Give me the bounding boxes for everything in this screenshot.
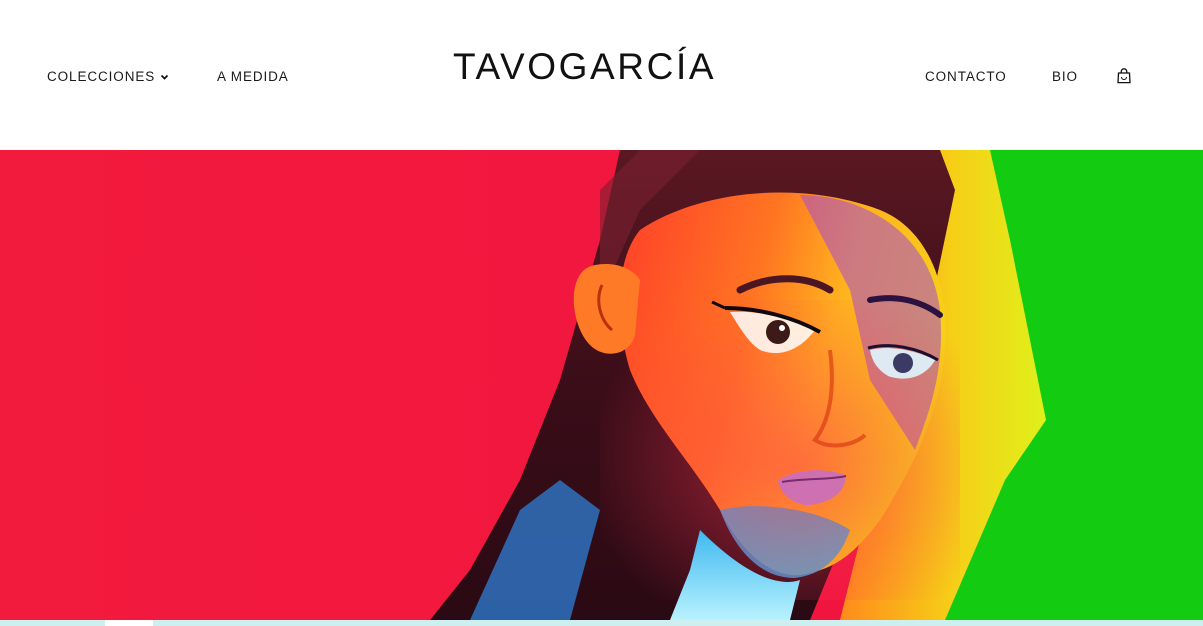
site-logo[interactable]: TAVOGARCÍA <box>453 47 715 87</box>
bottom-strip <box>0 620 1203 626</box>
nav-colecciones[interactable]: COLECCIONES <box>47 69 169 85</box>
nav-bio[interactable]: BIO <box>1052 69 1078 85</box>
nav-contacto[interactable]: CONTACTO <box>925 69 1007 85</box>
hero-image <box>0 150 1203 620</box>
chevron-down-icon <box>161 74 169 80</box>
nav-a-medida[interactable]: A MEDIDA <box>217 69 289 85</box>
site-header: COLECCIONES A MEDIDA TAVOGARCÍA CONTACTO… <box>0 0 1203 150</box>
slider-indicator[interactable] <box>105 620 153 626</box>
hero-banner <box>0 150 1203 620</box>
nav-colecciones-label: COLECCIONES <box>47 69 156 84</box>
page: COLECCIONES A MEDIDA TAVOGARCÍA CONTACTO… <box>0 0 1203 626</box>
shopping-bag-icon[interactable] <box>1117 68 1131 84</box>
